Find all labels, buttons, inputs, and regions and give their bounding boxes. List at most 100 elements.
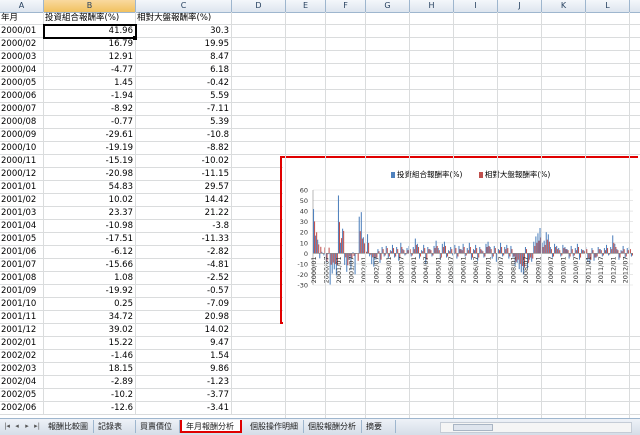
market-return-cell[interactable]: 5.59 <box>136 90 232 103</box>
portfolio-return-cell[interactable]: 1.08 <box>44 272 136 285</box>
scrollbar-thumb[interactable] <box>453 424 493 431</box>
portfolio-return-cell[interactable]: -12.6 <box>44 402 136 415</box>
month-cell[interactable]: 2002/03 <box>0 363 44 376</box>
month-cell[interactable]: 2002/04 <box>0 376 44 389</box>
first-sheet-icon[interactable]: |◂ <box>2 421 12 432</box>
sheet-tab[interactable]: 買賣價位 <box>136 420 180 433</box>
sheet-tab[interactable]: 摘要 <box>362 420 396 433</box>
market-return-cell[interactable]: -8.82 <box>136 142 232 155</box>
month-cell[interactable]: 2001/01 <box>0 181 44 194</box>
month-cell[interactable]: 2000/12 <box>0 168 44 181</box>
market-return-cell[interactable]: -0.57 <box>136 285 232 298</box>
column-header-f[interactable]: F <box>326 0 366 12</box>
market-return-cell[interactable]: -10.02 <box>136 155 232 168</box>
month-cell[interactable]: 2002/02 <box>0 350 44 363</box>
portfolio-return-cell[interactable]: 10.02 <box>44 194 136 207</box>
market-return-cell[interactable]: 19.95 <box>136 38 232 51</box>
market-return-cell[interactable]: -2.52 <box>136 272 232 285</box>
portfolio-return-cell[interactable]: 1.45 <box>44 77 136 90</box>
sheet-tab[interactable]: 個股操作明細 <box>246 420 304 433</box>
column-header-d[interactable]: D <box>232 0 286 12</box>
market-return-cell[interactable]: 6.18 <box>136 64 232 77</box>
market-return-cell[interactable]: -0.42 <box>136 77 232 90</box>
portfolio-return-cell[interactable]: 16.79 <box>44 38 136 51</box>
market-return-cell[interactable]: 14.42 <box>136 194 232 207</box>
active-cell-b2[interactable] <box>43 24 137 39</box>
portfolio-return-cell[interactable]: -6.12 <box>44 246 136 259</box>
month-cell[interactable]: 2001/11 <box>0 311 44 324</box>
spreadsheet-grid[interactable]: ABCDEFGHIJKLM 年月投資組合報酬率(%)相對大盤報酬率(%)2000… <box>0 0 640 418</box>
portfolio-return-cell[interactable]: -19.19 <box>44 142 136 155</box>
market-return-cell[interactable]: -1.23 <box>136 376 232 389</box>
column-header-l[interactable]: L <box>586 0 630 12</box>
month-cell[interactable]: 2001/03 <box>0 207 44 220</box>
month-cell[interactable]: 2002/01 <box>0 337 44 350</box>
market-return-cell[interactable]: 30.3 <box>136 25 232 38</box>
last-sheet-icon[interactable]: ▸| <box>32 421 42 432</box>
month-cell[interactable]: 2000/10 <box>0 142 44 155</box>
portfolio-return-cell[interactable]: -19.92 <box>44 285 136 298</box>
portfolio-return-cell[interactable]: -10.2 <box>44 389 136 402</box>
month-cell[interactable]: 2000/09 <box>0 129 44 142</box>
month-cell[interactable]: 2001/04 <box>0 220 44 233</box>
header-cell-market-return[interactable]: 相對大盤報酬率(%) <box>136 12 232 25</box>
market-return-cell[interactable]: -7.09 <box>136 298 232 311</box>
market-return-cell[interactable]: -11.33 <box>136 233 232 246</box>
market-return-cell[interactable]: 1.54 <box>136 350 232 363</box>
portfolio-return-cell[interactable]: -2.89 <box>44 376 136 389</box>
column-header-h[interactable]: H <box>410 0 454 12</box>
market-return-cell[interactable]: 21.22 <box>136 207 232 220</box>
market-return-cell[interactable]: -4.81 <box>136 259 232 272</box>
market-return-cell[interactable]: -7.11 <box>136 103 232 116</box>
header-cell-month[interactable]: 年月 <box>0 12 44 25</box>
sheet-tab[interactable]: 個股報酬分析 <box>304 420 362 433</box>
portfolio-return-cell[interactable]: -0.77 <box>44 116 136 129</box>
market-return-cell[interactable]: 9.47 <box>136 337 232 350</box>
column-header-b[interactable]: B <box>44 0 136 12</box>
portfolio-return-cell[interactable]: 15.22 <box>44 337 136 350</box>
column-header-e[interactable]: E <box>286 0 326 12</box>
month-cell[interactable]: 2000/11 <box>0 155 44 168</box>
month-cell[interactable]: 2002/06 <box>0 402 44 415</box>
sheet-tab[interactable]: 年月報酬分析 <box>180 420 242 433</box>
month-cell[interactable]: 2001/09 <box>0 285 44 298</box>
month-cell[interactable]: 2000/02 <box>0 38 44 51</box>
market-return-cell[interactable]: 8.47 <box>136 51 232 64</box>
fill-handle[interactable] <box>133 36 137 40</box>
month-cell[interactable]: 2001/12 <box>0 324 44 337</box>
month-cell[interactable]: 2000/06 <box>0 90 44 103</box>
column-header-i[interactable]: I <box>454 0 498 12</box>
month-cell[interactable]: 2000/04 <box>0 64 44 77</box>
next-sheet-icon[interactable]: ▸ <box>22 421 32 432</box>
month-cell[interactable]: 2000/08 <box>0 116 44 129</box>
market-return-cell[interactable]: -10.8 <box>136 129 232 142</box>
column-header-k[interactable]: K <box>542 0 586 12</box>
portfolio-return-cell[interactable]: -15.66 <box>44 259 136 272</box>
month-cell[interactable]: 2001/05 <box>0 233 44 246</box>
market-return-cell[interactable]: 5.39 <box>136 116 232 129</box>
portfolio-return-cell[interactable]: -17.51 <box>44 233 136 246</box>
month-cell[interactable]: 2001/02 <box>0 194 44 207</box>
market-return-cell[interactable]: -3.41 <box>136 402 232 415</box>
market-return-cell[interactable]: -3.77 <box>136 389 232 402</box>
portfolio-return-cell[interactable]: -1.46 <box>44 350 136 363</box>
month-cell[interactable]: 2000/07 <box>0 103 44 116</box>
portfolio-return-cell[interactable]: -1.94 <box>44 90 136 103</box>
month-cell[interactable]: 2001/07 <box>0 259 44 272</box>
sheet-tab[interactable]: 報酬比較圖 <box>44 420 94 433</box>
column-header-j[interactable]: J <box>498 0 542 12</box>
month-cell[interactable]: 2001/10 <box>0 298 44 311</box>
portfolio-return-cell[interactable]: 39.02 <box>44 324 136 337</box>
month-cell[interactable]: 2001/06 <box>0 246 44 259</box>
prev-sheet-icon[interactable]: ◂ <box>12 421 22 432</box>
column-header-g[interactable]: G <box>366 0 410 12</box>
portfolio-return-cell[interactable]: 23.37 <box>44 207 136 220</box>
month-cell[interactable]: 2000/05 <box>0 77 44 90</box>
month-cell[interactable]: 2000/03 <box>0 51 44 64</box>
portfolio-return-cell[interactable]: 54.83 <box>44 181 136 194</box>
column-header-m[interactable]: M <box>630 0 640 12</box>
portfolio-return-cell[interactable]: 34.72 <box>44 311 136 324</box>
horizontal-scrollbar[interactable] <box>440 422 632 433</box>
sheet-tab[interactable]: 記錄表 <box>94 420 136 433</box>
portfolio-return-cell[interactable]: 12.91 <box>44 51 136 64</box>
